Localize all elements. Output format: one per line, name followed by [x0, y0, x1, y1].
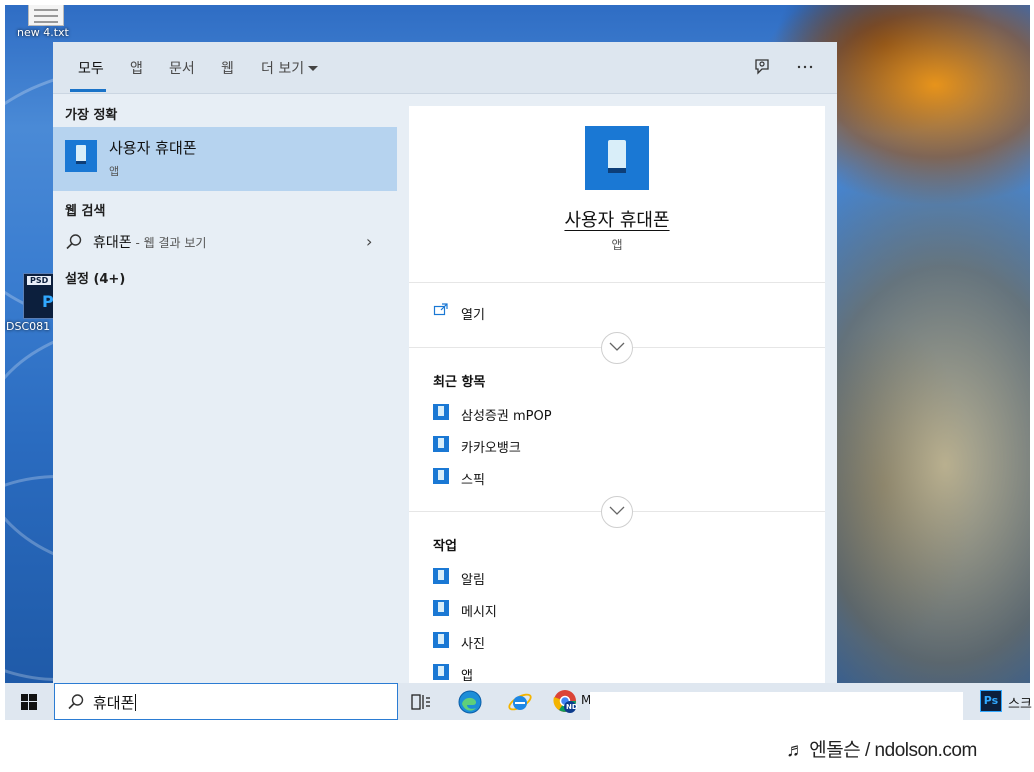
app-icon: [433, 436, 449, 452]
open-label: 열기: [461, 308, 485, 323]
phone-app-icon: [65, 140, 97, 172]
results-list: 가장 정확 사용자 휴대폰 앱 웹 검색 휴대폰 - 웹 결과 보기 › 설정 …: [53, 94, 397, 683]
taskbar-search-input[interactable]: 휴대폰: [54, 683, 398, 720]
task-item-label: 메시지: [461, 605, 497, 620]
open-icon: [433, 303, 448, 316]
edge-icon[interactable]: [457, 689, 483, 715]
web-query-suffix: - 웹 결과 보기: [131, 236, 207, 250]
recent-item-label: 카카오뱅크: [461, 441, 521, 456]
text-file-icon[interactable]: [28, 5, 64, 26]
search-tabs-bar: 모두 앱 문서 웹 더 보기: [53, 42, 837, 94]
tasks-title: 작업: [433, 539, 457, 554]
search-icon: [66, 234, 82, 250]
photoshop-taskbar-icon[interactable]: Ps: [980, 690, 1002, 712]
task-view-icon[interactable]: [408, 689, 434, 715]
tab-more[interactable]: 더 보기: [261, 58, 319, 78]
chevron-down-icon: [609, 342, 625, 351]
psd-tag: PSD: [27, 276, 52, 285]
tab-apps[interactable]: 앱: [130, 58, 143, 78]
web-search-result[interactable]: 휴대폰 - 웹 결과 보기 ›: [53, 227, 397, 257]
recent-title: 최근 항목: [433, 375, 486, 390]
chevron-down-icon: [308, 66, 319, 71]
task-item-label: 앱: [461, 669, 473, 684]
obscured-area: [590, 692, 963, 728]
internet-explorer-icon[interactable]: [507, 689, 533, 715]
best-match-name: 사용자 휴대폰: [109, 139, 197, 157]
search-query-text: 휴대폰: [93, 694, 135, 712]
search-query: 휴대폰: [93, 692, 137, 713]
app-icon: [433, 632, 449, 648]
detail-app-name[interactable]: 사용자 휴대폰: [409, 206, 825, 232]
tab-web[interactable]: 웹: [221, 58, 234, 78]
active-tab-indicator: [70, 89, 106, 92]
recent-item-label: 스픽: [461, 473, 485, 488]
chrome-profile-icon[interactable]: ND M: [553, 689, 591, 715]
search-panel: 모두 앱 문서 웹 더 보기 가장 정확 사용자 휴대폰 앱 웹 검색 휴대폰 …: [53, 42, 837, 684]
psd-icon-label: DSC081: [6, 320, 51, 333]
app-icon: [433, 600, 449, 616]
expand-button[interactable]: [601, 496, 633, 528]
settings-title[interactable]: 설정 (4+): [65, 268, 125, 287]
chevron-right-icon[interactable]: ›: [366, 232, 372, 251]
search-icon: [68, 694, 84, 710]
best-match-type: 앱: [109, 165, 120, 178]
watermark: ♬ 엔돌슨 / ndolson.com: [786, 740, 977, 761]
web-query-text: 휴대폰: [93, 235, 132, 251]
app-icon: [433, 664, 449, 680]
web-search-title: 웹 검색: [65, 204, 106, 219]
app-icon: [433, 404, 449, 420]
more-options-icon[interactable]: [794, 56, 816, 78]
text-cursor: [135, 694, 137, 711]
divider: [409, 282, 825, 283]
detail-app-name-text: 사용자 휴대폰: [564, 210, 670, 231]
phone-app-icon: [585, 126, 649, 190]
expand-button[interactable]: [601, 332, 633, 364]
file-icon-label: new 4.txt: [17, 26, 69, 39]
chrome-badge: ND: [566, 703, 578, 711]
windows-start-icon[interactable]: [5, 683, 53, 720]
best-match-result[interactable]: 사용자 휴대폰 앱: [53, 127, 397, 191]
app-icon: [433, 568, 449, 584]
detail-app-type: 앱: [611, 238, 623, 252]
app-icon: [433, 468, 449, 484]
tab-more-label: 더 보기: [261, 61, 305, 77]
task-item-label: 알림: [461, 573, 485, 588]
best-match-title: 가장 정확: [65, 108, 118, 123]
web-query: 휴대폰 - 웹 결과 보기: [93, 232, 206, 252]
feedback-icon[interactable]: [752, 56, 774, 78]
detail-pane: 사용자 휴대폰 앱 열기 최근 항목 삼성증권 mPOP 카카오뱅크 스픽 작업…: [409, 106, 825, 684]
chevron-down-icon: [609, 506, 625, 515]
tab-all[interactable]: 모두: [78, 58, 104, 78]
tab-documents[interactable]: 문서: [169, 58, 195, 78]
photoshop-taskbar-label[interactable]: 스크: [1008, 693, 1032, 712]
task-item-label: 사진: [461, 637, 485, 652]
recent-item-label: 삼성증권 mPOP: [461, 409, 552, 424]
